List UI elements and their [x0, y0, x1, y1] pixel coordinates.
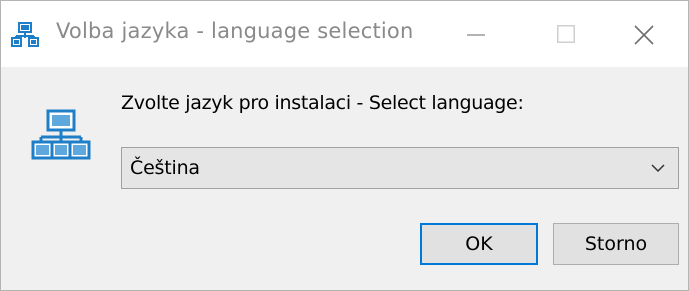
language-select-value: Čeština — [130, 157, 200, 179]
installer-network-icon — [11, 21, 39, 49]
chevron-down-icon[interactable] — [650, 162, 666, 174]
close-icon — [634, 25, 654, 45]
maximize-icon — [557, 25, 575, 43]
language-selection-dialog: Volba jazyka - language selection Zvolte… — [0, 0, 689, 291]
title-bar[interactable]: Volba jazyka - language selection — [1, 1, 688, 67]
minimize-icon — [467, 34, 485, 36]
cancel-button[interactable]: Storno — [553, 223, 679, 265]
window-title: Volba jazyka - language selection — [56, 19, 414, 43]
language-select[interactable]: Čeština — [121, 147, 679, 189]
language-prompt-label: Zvolte jazyk pro instalaci - Select lang… — [121, 92, 524, 114]
installer-network-icon — [31, 107, 91, 167]
ok-button[interactable]: OK — [420, 223, 538, 265]
minimize-button[interactable] — [431, 1, 521, 67]
close-button[interactable] — [598, 1, 688, 67]
dialog-body: Zvolte jazyk pro instalaci - Select lang… — [1, 67, 688, 290]
